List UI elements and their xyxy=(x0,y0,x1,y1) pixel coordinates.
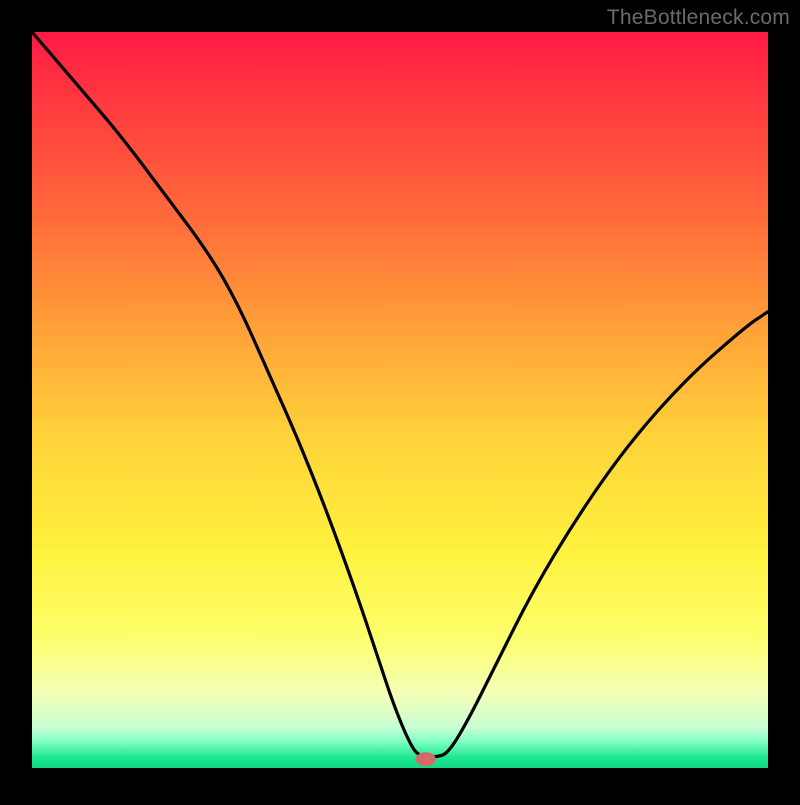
chart-gradient-background xyxy=(32,32,768,768)
minimum-marker xyxy=(416,752,436,766)
bottleneck-chart xyxy=(0,0,800,800)
watermark-label: TheBottleneck.com xyxy=(607,6,790,30)
chart-svg xyxy=(0,0,800,800)
